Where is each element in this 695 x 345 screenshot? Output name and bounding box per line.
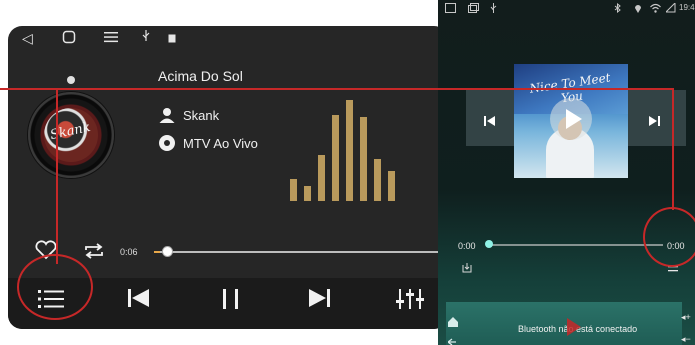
right-head-unit-screen: 19:4 Nice To Meet You 0:00 0:00 Bluetoot… <box>438 0 695 345</box>
copy-icon <box>468 3 479 16</box>
status-time: 19:4 <box>679 3 695 12</box>
equalizer-bar <box>374 159 381 201</box>
sd-card-icon <box>168 30 176 46</box>
equalizer-bar <box>332 115 339 201</box>
current-time: 0:00 <box>458 241 476 251</box>
progress-knob[interactable] <box>162 246 173 257</box>
annotation-line-left <box>56 88 58 264</box>
play-button[interactable] <box>550 98 592 140</box>
image-icon <box>445 3 456 16</box>
home-icon[interactable] <box>62 30 76 47</box>
repeat-icon[interactable] <box>82 241 106 266</box>
status-bar: 19:4 <box>438 0 695 16</box>
pause-icon[interactable] <box>222 288 240 315</box>
annotation-circle-playlist <box>17 254 93 320</box>
annotation-line-horizontal <box>0 88 673 90</box>
bluetooth-icon <box>614 2 621 16</box>
volume-down-icon[interactable]: ◂− <box>681 334 691 345</box>
previous-icon[interactable] <box>484 114 496 132</box>
location-icon <box>634 3 642 16</box>
signal-icon <box>664 1 676 16</box>
disc-icon <box>158 134 176 152</box>
progress-fill <box>154 251 160 253</box>
current-time: 0:06 <box>120 247 138 257</box>
equalizer-settings-icon[interactable] <box>396 288 424 315</box>
media-play-indicator <box>566 317 582 342</box>
next-icon[interactable] <box>648 114 660 132</box>
usb-icon <box>142 30 150 47</box>
annotation-circle-menu <box>643 207 695 267</box>
equalizer-bar <box>346 100 353 201</box>
volume-up-icon[interactable]: ◂+ <box>681 312 691 323</box>
progress-track[interactable] <box>488 244 663 246</box>
album-row: MTV Ao Vivo <box>158 134 258 152</box>
equalizer-bar <box>318 155 325 201</box>
annotation-line-right <box>672 88 674 210</box>
album-name: MTV Ao Vivo <box>183 135 258 151</box>
tonearm-pivot <box>67 76 75 84</box>
android-navigation-bar: ◁ <box>8 26 448 52</box>
back-icon[interactable] <box>446 335 458 345</box>
next-track-icon[interactable] <box>308 288 330 313</box>
usb-icon <box>490 3 497 16</box>
equalizer-bar <box>290 179 297 201</box>
wifi-icon <box>650 3 661 16</box>
song-title: Acima Do Sol <box>158 68 243 84</box>
back-icon[interactable]: ◁ <box>22 30 33 46</box>
equalizer-bar <box>360 117 367 201</box>
progress-knob[interactable] <box>485 240 493 248</box>
previous-track-icon[interactable] <box>128 288 150 313</box>
artist-name: Skank <box>183 107 220 123</box>
home-icon[interactable] <box>448 314 458 332</box>
equalizer-bar <box>304 186 311 201</box>
vinyl-disc: Skank <box>28 92 114 178</box>
artist-row: Skank <box>158 106 219 124</box>
person-icon <box>158 106 176 124</box>
menu-icon[interactable] <box>104 30 118 46</box>
shuffle-icon[interactable] <box>462 260 472 278</box>
equalizer-bar <box>388 171 395 201</box>
progress-track[interactable] <box>158 251 448 253</box>
